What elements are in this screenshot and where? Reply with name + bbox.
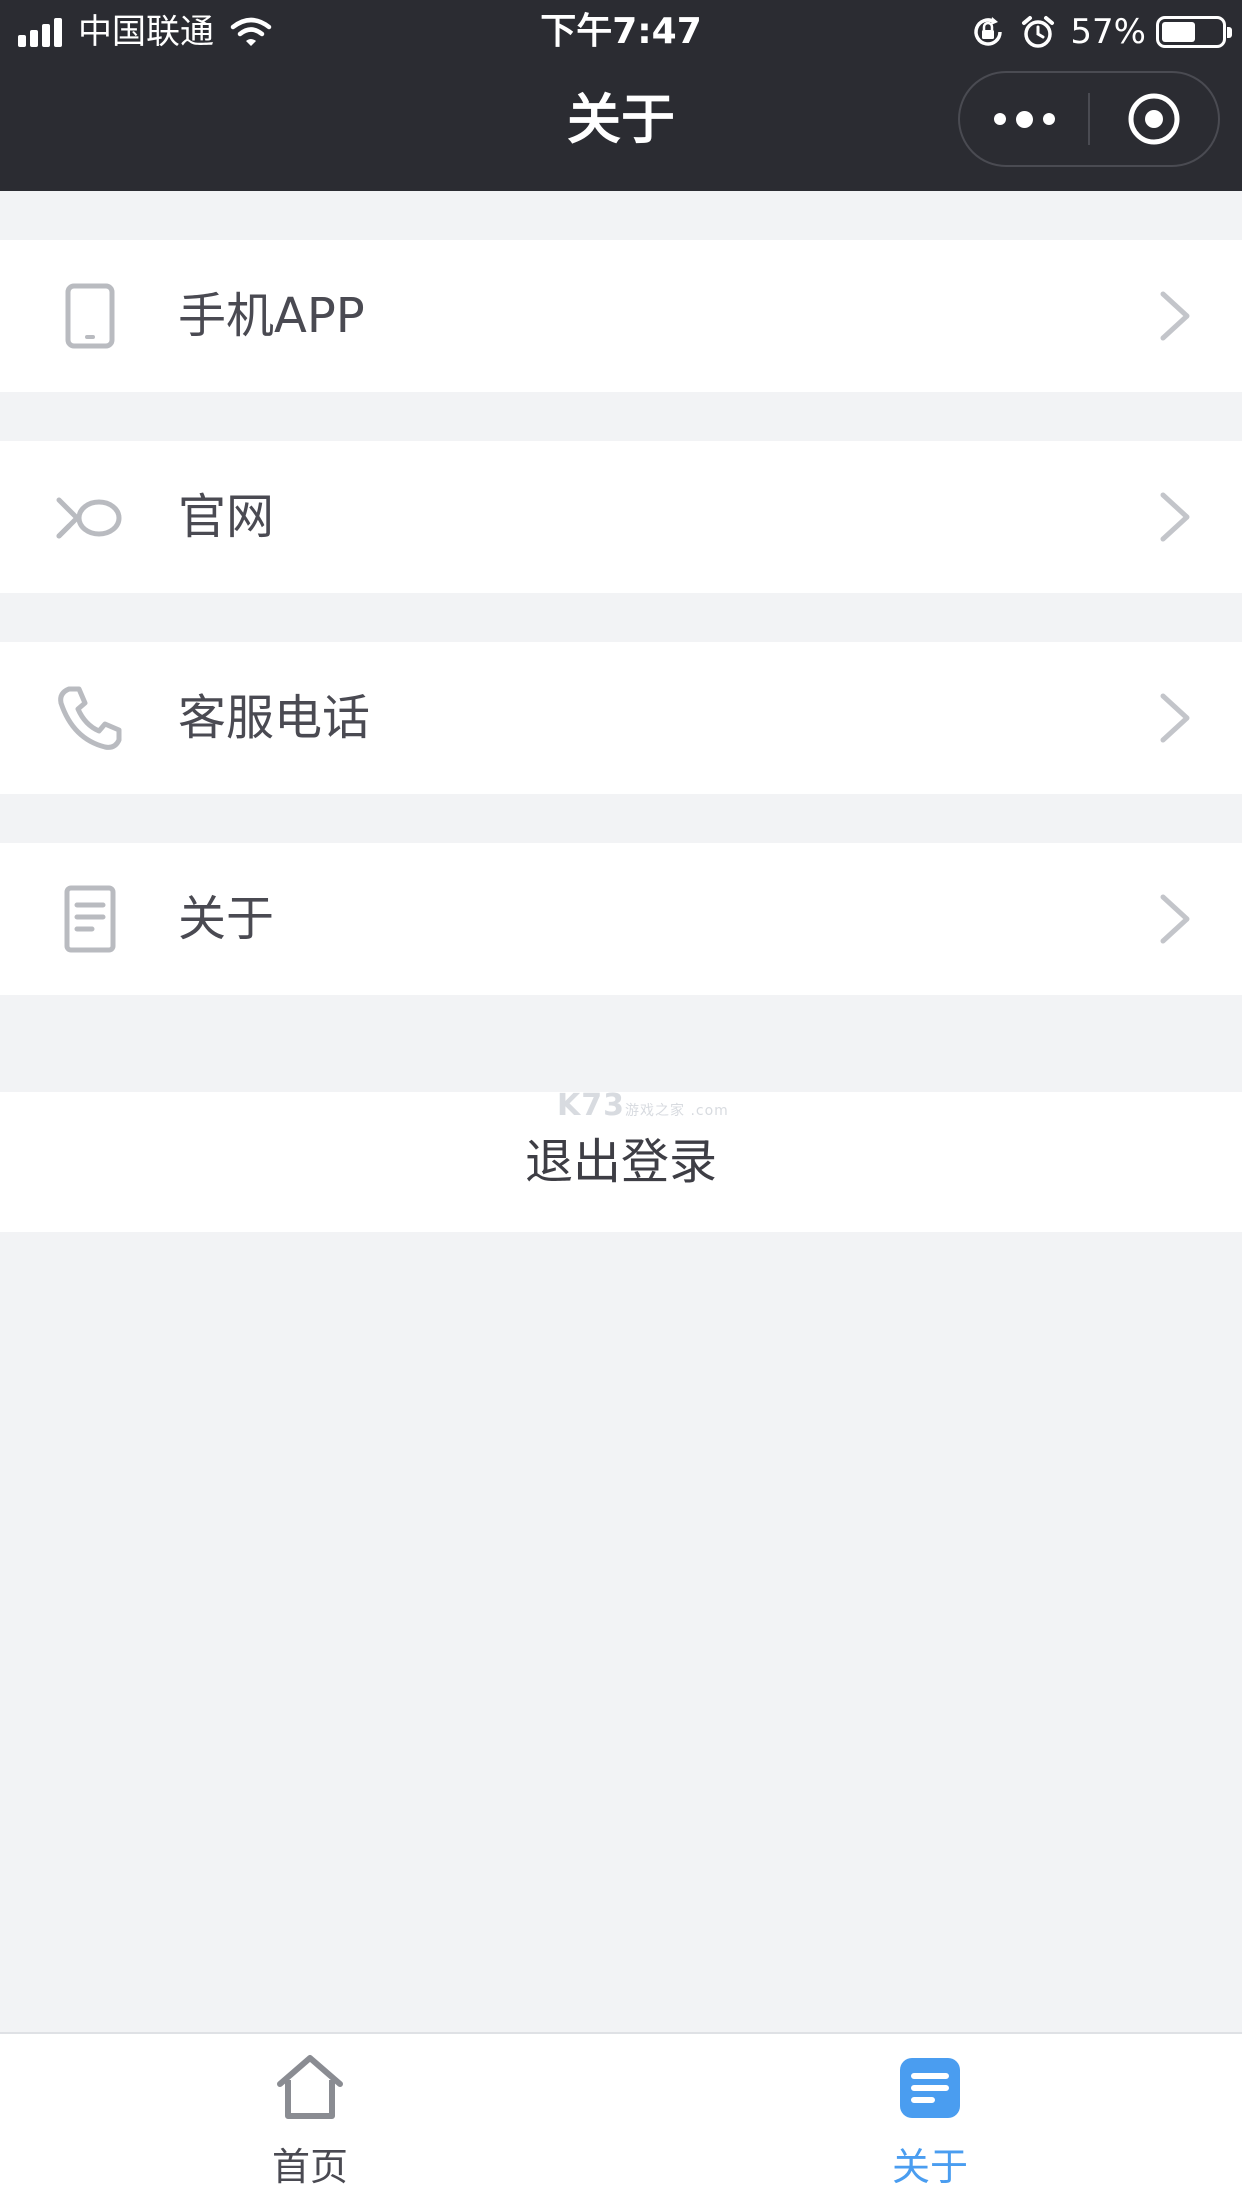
- menu-item-customer-service[interactable]: 客服电话: [0, 642, 1242, 794]
- chevron-right-icon: [1160, 291, 1190, 341]
- menu-item-label: 关于: [178, 891, 275, 947]
- capsule-menu: [958, 71, 1220, 167]
- tab-bar: 首页 关于: [0, 2032, 1242, 2208]
- watermark: K73游戏之家 .com: [557, 1088, 729, 1123]
- status-right: 57%: [970, 8, 1232, 56]
- menu-item-label: 手机APP: [178, 288, 365, 344]
- battery-icon: [1156, 16, 1232, 48]
- home-icon: [277, 2055, 343, 2119]
- alarm-icon: [1022, 16, 1055, 48]
- telephone-icon: [55, 683, 125, 753]
- menu-item-label: 官网: [178, 489, 275, 545]
- close-miniprogram-button[interactable]: [1090, 73, 1218, 165]
- close-circle-icon: [1128, 93, 1180, 145]
- chevron-right-icon: [1160, 492, 1190, 542]
- battery-percent: 57%: [1070, 12, 1146, 52]
- website-icon: [55, 482, 125, 552]
- header: 中国联通 下午7:47 57% 关于: [0, 0, 1242, 191]
- orientation-lock-icon: [974, 17, 1003, 46]
- tab-home-label: 首页: [271, 2145, 348, 2189]
- menu-item-label: 客服电话: [178, 690, 371, 746]
- battery-fill: [1162, 22, 1196, 42]
- more-dots-icon: [989, 110, 1060, 128]
- tab-about-label: 关于: [891, 2145, 968, 2189]
- document-icon: [55, 884, 125, 954]
- more-button[interactable]: [960, 73, 1088, 165]
- tab-about[interactable]: 关于: [830, 2034, 1030, 2208]
- menu-item-website[interactable]: 官网: [0, 441, 1242, 593]
- tab-home[interactable]: 首页: [210, 2034, 410, 2208]
- menu-item-about[interactable]: 关于: [0, 843, 1242, 995]
- chevron-right-icon: [1160, 894, 1190, 944]
- menu-item-mobile-app[interactable]: 手机APP: [0, 240, 1242, 392]
- chevron-right-icon: [1160, 693, 1190, 743]
- phone-device-icon: [55, 281, 125, 351]
- list-doc-icon: [900, 2058, 960, 2118]
